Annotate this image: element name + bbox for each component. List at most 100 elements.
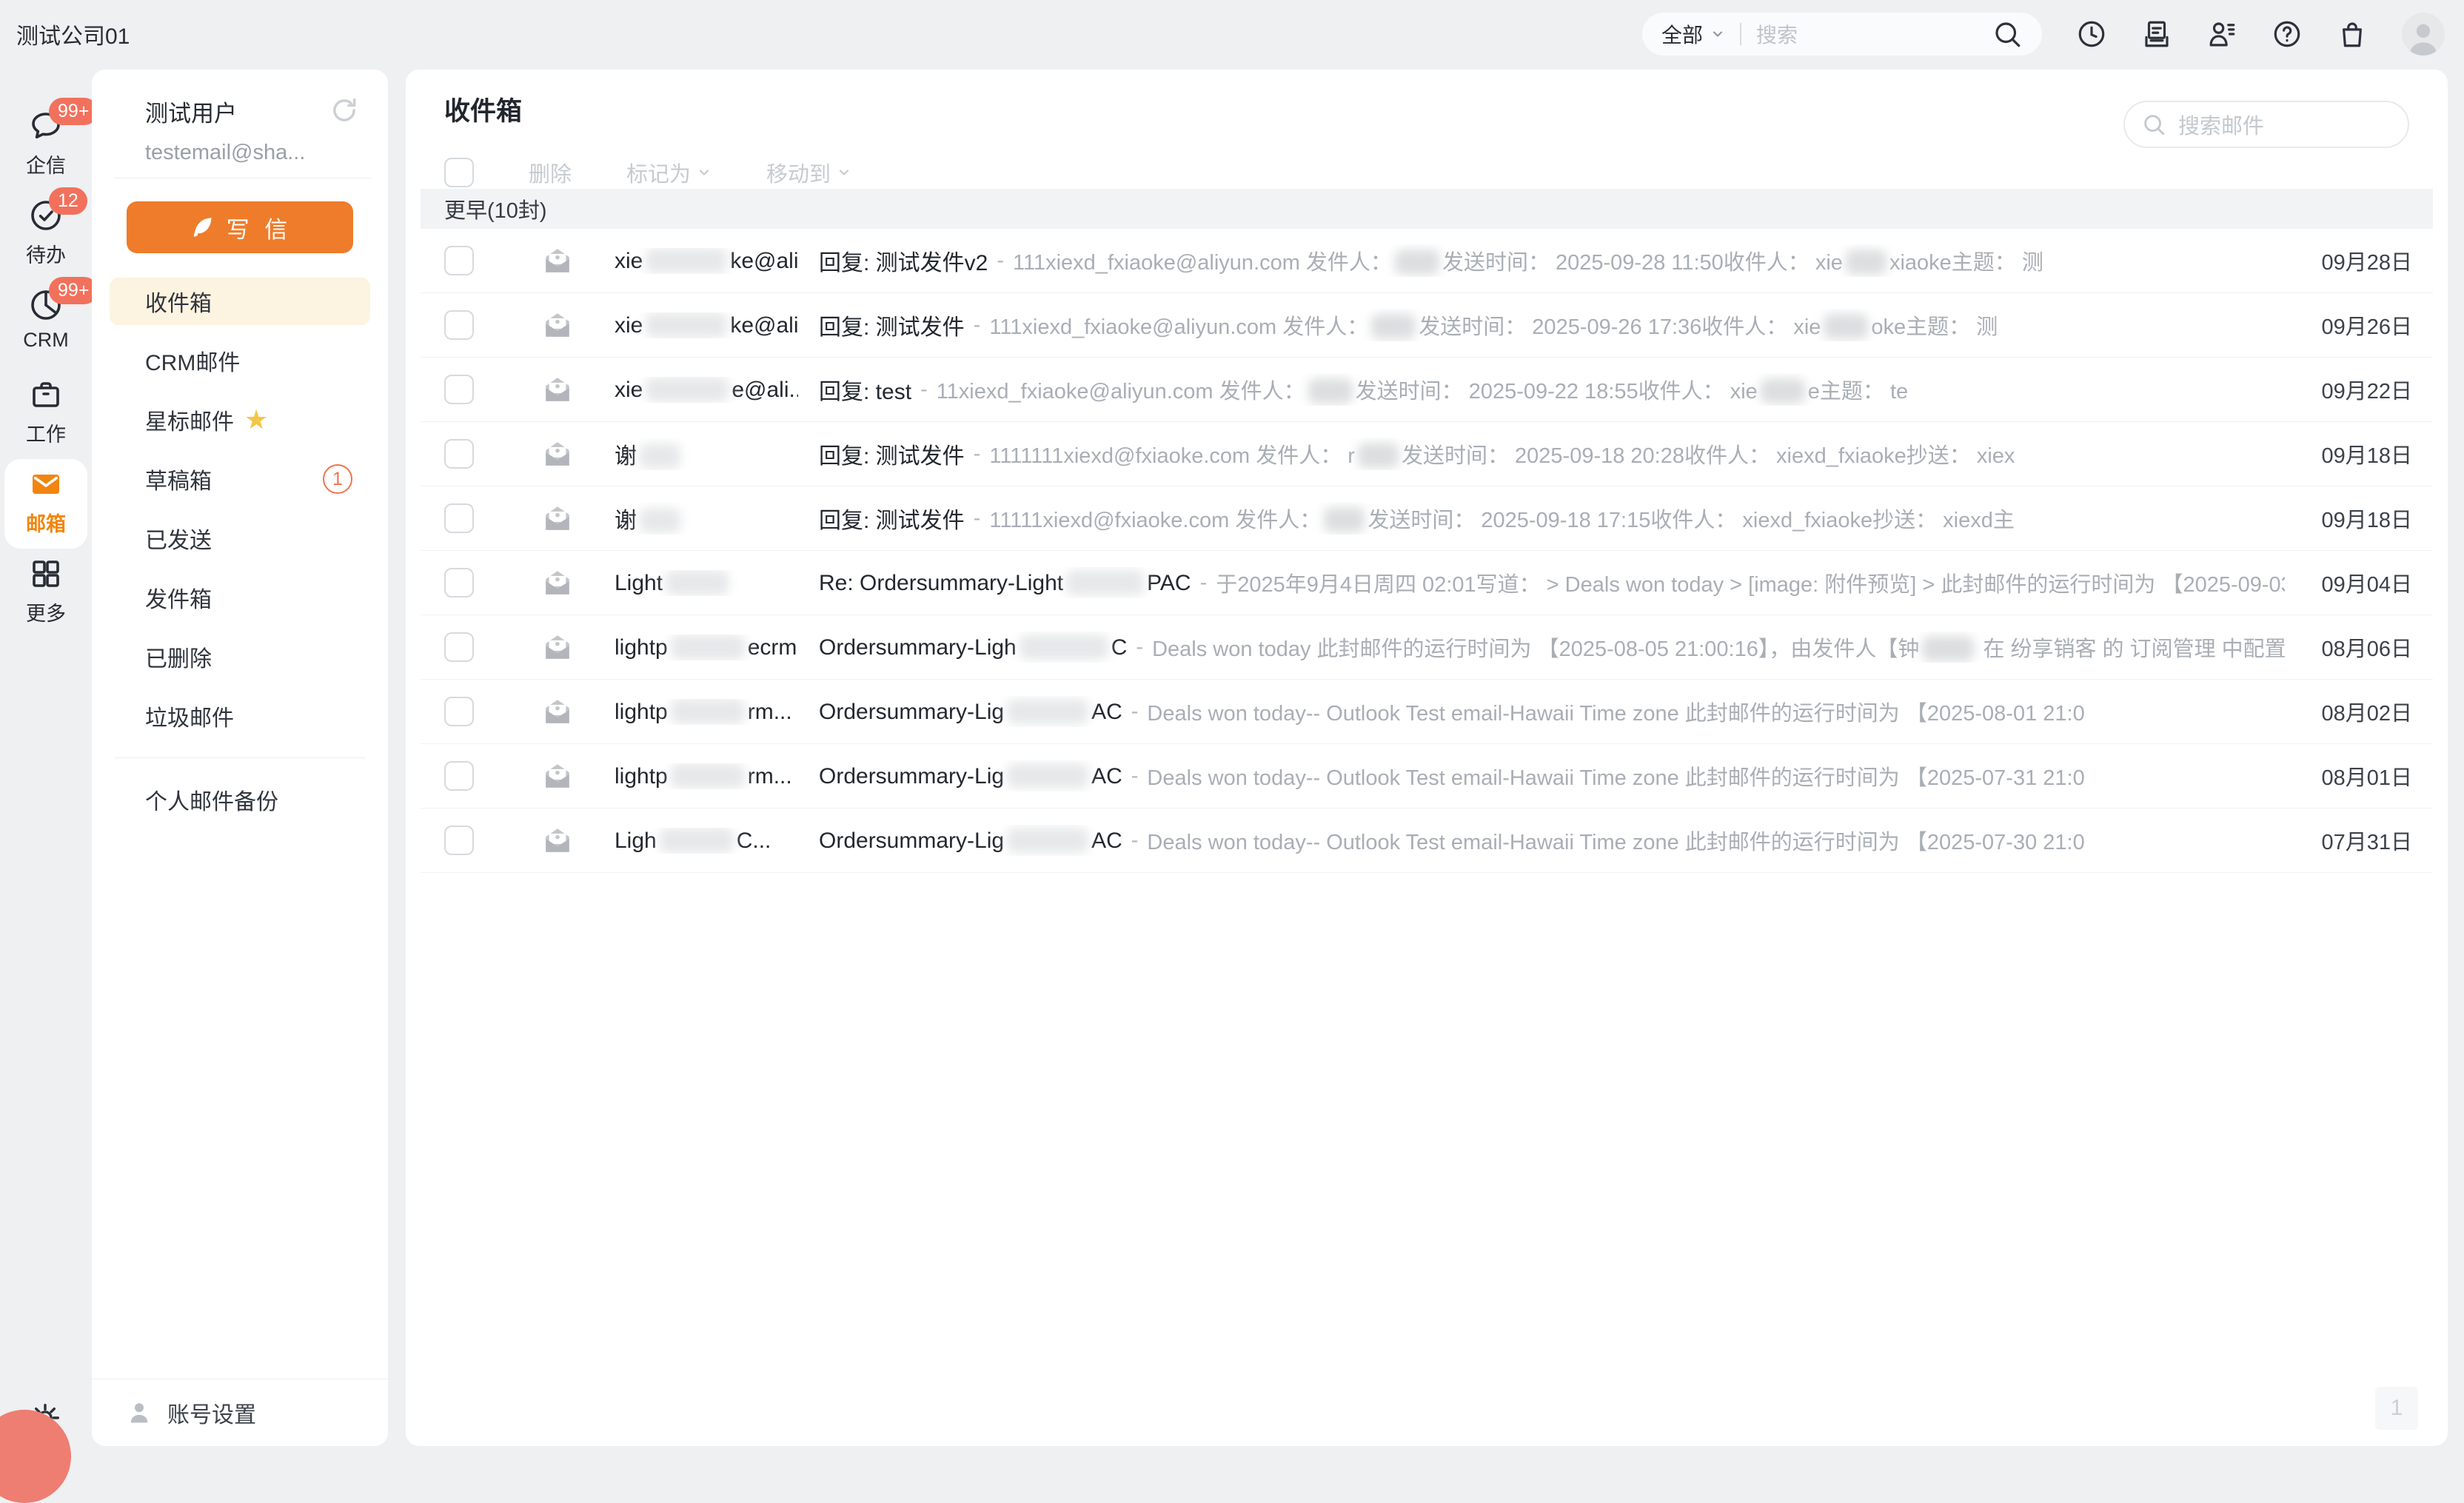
refresh-icon[interactable] (329, 95, 360, 126)
rail-item-todo[interactable]: 待办12 (4, 190, 87, 280)
redacted-text (1922, 636, 1974, 661)
email-checkbox[interactable] (444, 632, 474, 662)
envelope-icon (28, 466, 64, 502)
global-search[interactable]: 全部 搜索 (1642, 13, 2042, 56)
email-summary: Ordersummary-LigAC-Deals won today-- Out… (819, 696, 2285, 727)
sidebar-folder-starred[interactable]: 星标邮件★ (110, 396, 370, 443)
mail-read-icon (542, 374, 573, 405)
subject-snippet-separator: - (974, 313, 981, 338)
email-checkbox[interactable] (444, 310, 474, 340)
contacts-icon[interactable] (2206, 19, 2237, 50)
compose-button[interactable]: 写 信 (127, 201, 353, 253)
move-to-button[interactable]: 移动到 (766, 157, 851, 188)
email-checkbox[interactable] (444, 439, 474, 469)
email-subject: Ordersummary-LigAC (819, 699, 1122, 725)
email-sender: lightpecrm (615, 635, 798, 660)
rail-item-mail[interactable]: 邮箱 (4, 459, 87, 549)
unread-badge: 99+ (49, 98, 98, 125)
global-search-placeholder: 搜索 (1756, 19, 1992, 49)
sidebar-folder-crm-mail[interactable]: CRM邮件 (110, 337, 370, 384)
user-email: testemail@sha... (145, 141, 305, 165)
email-subject: 回复: 测试发件v2 (819, 244, 988, 277)
compose-label: 写 信 (227, 211, 292, 244)
email-snippet: Deals won today-- Outlook Test email-Haw… (1147, 825, 2084, 856)
email-sender: Light (615, 570, 798, 596)
folder-label: 草稿箱 (145, 463, 212, 495)
sidebar-folder-inbox[interactable]: 收件箱 (110, 278, 370, 325)
subject-snippet-separator: - (974, 442, 981, 466)
search-icon[interactable] (1992, 19, 2023, 50)
email-row[interactable]: lightprm... Ordersummary-LigAC-Deals won … (421, 680, 2433, 744)
email-list: 更早(10封) xieke@ali...回复: 测试发件v2-111xiexd_… (421, 189, 2433, 873)
redacted-text (1007, 763, 1088, 789)
mail-search-placeholder: 搜索邮件 (2178, 109, 2264, 140)
mail-sidebar: 测试用户 testemail@sha... 写 信 收件箱CRM邮件星标邮件★草… (92, 70, 388, 1446)
email-checkbox[interactable] (444, 375, 474, 404)
sidebar-folder-sent[interactable]: 已发送 (110, 515, 370, 562)
email-row[interactable]: LighC...Ordersummary-LigAC-Deals won tod… (421, 809, 2433, 873)
rail-items: 企信99+待办12CRM99+工作邮箱更多 (0, 68, 92, 638)
redacted-text (666, 570, 729, 595)
redacted-text (640, 508, 680, 533)
email-summary: 回复: 测试发件-1111111xiexd@fxiaoke.com 发件人： r… (819, 438, 2285, 470)
redacted-text (1007, 699, 1088, 724)
redacted-text (1846, 250, 1886, 275)
chevron-down-icon (837, 165, 851, 180)
rail-item-qixin[interactable]: 企信99+ (4, 101, 87, 190)
email-checkbox[interactable] (444, 826, 474, 855)
mail-read-icon (542, 567, 573, 598)
email-checkbox[interactable] (444, 503, 474, 533)
mail-read-icon (542, 760, 573, 791)
email-date: 09月22日 (2285, 374, 2433, 405)
star-icon: ★ (244, 406, 268, 433)
subject-snippet-separator: - (1200, 571, 1208, 595)
sidebar-folder-spam[interactable]: 垃圾邮件 (110, 692, 370, 740)
redacted-text (660, 828, 734, 853)
email-checkbox[interactable] (444, 697, 474, 726)
email-snippet: 111xiexd_fxiaoke@aliyun.com 发件人：发送时间： 20… (1013, 245, 2043, 276)
email-row[interactable]: LightRe: Ordersummary-LightPAC-于2025年9月4… (421, 551, 2433, 615)
email-checkbox[interactable] (444, 246, 474, 275)
email-subject: Ordersummary-LigAC (819, 763, 1122, 789)
account-settings[interactable]: 账号设置 (92, 1379, 388, 1446)
mark-as-button[interactable]: 标记为 (626, 157, 712, 188)
email-row[interactable]: xieke@ali...回复: 测试发件v2-111xiexd_fxiaoke@… (421, 229, 2433, 293)
redacted-text (1324, 507, 1365, 532)
select-all-checkbox[interactable] (444, 158, 474, 187)
receipt-printer-icon[interactable] (2141, 19, 2172, 50)
email-date: 08月06日 (2285, 632, 2433, 663)
app-rail: 企信99+待办12CRM99+工作邮箱更多 (0, 68, 92, 1463)
delete-button[interactable]: 删除 (529, 157, 572, 188)
sidebar-folder-personal-backup[interactable]: 个人邮件备份 (110, 776, 370, 823)
email-row[interactable]: lightprm...Ordersummary-LigAC-Deals won … (421, 744, 2433, 809)
rail-item-crm[interactable]: CRM99+ (4, 280, 87, 369)
sidebar-folder-deleted[interactable]: 已删除 (110, 633, 370, 680)
mail-search-input[interactable]: 搜索邮件 (2123, 101, 2409, 148)
pagination-page-1[interactable]: 1 (2375, 1387, 2418, 1430)
search-scope-dropdown[interactable]: 全部 (1661, 19, 1725, 49)
email-row[interactable]: xiee@ali...回复: test-11xiexd_fxiaoke@aliy… (421, 358, 2433, 422)
email-sender: xieke@ali... (615, 248, 798, 274)
mail-read-icon (542, 309, 573, 341)
email-rows: xieke@ali... 回复: 测试发件v2 - 111xiexd_fxiaoke@… (421, 229, 2433, 873)
mail-read-icon (542, 245, 573, 276)
clock-icon[interactable] (2076, 19, 2107, 50)
help-icon[interactable] (2272, 19, 2303, 50)
rail-item-label: 更多 (26, 597, 66, 626)
bag-icon[interactable] (2337, 19, 2368, 50)
email-sender: lightprm... (615, 699, 798, 725)
email-row[interactable]: xieke@ali...回复: 测试发件-111xiexd_fxiaoke@al… (421, 293, 2433, 358)
sidebar-folder-drafts[interactable]: 草稿箱 1 (110, 455, 370, 503)
draft-count-badge: 1 (323, 464, 352, 494)
sidebar-folder-outbox[interactable]: 发件箱 (110, 574, 370, 621)
user-avatar[interactable] (2402, 13, 2445, 56)
rail-item-work[interactable]: 工作 (4, 369, 87, 459)
email-sender: lightprm... (615, 763, 798, 789)
email-sender: LighC... (615, 828, 798, 854)
email-row[interactable]: lightpecrmOrdersummary-LighC-Deals won t… (421, 615, 2433, 680)
email-checkbox[interactable] (444, 568, 474, 597)
email-row[interactable]: 谢回复: 测试发件-11111xiexd@fxiaoke.com 发件人：发送时… (421, 486, 2433, 551)
rail-item-more[interactable]: 更多 (4, 549, 87, 638)
email-checkbox[interactable] (444, 761, 474, 791)
email-row[interactable]: 谢回复: 测试发件-1111111xiexd@fxiaoke.com 发件人： … (421, 422, 2433, 486)
